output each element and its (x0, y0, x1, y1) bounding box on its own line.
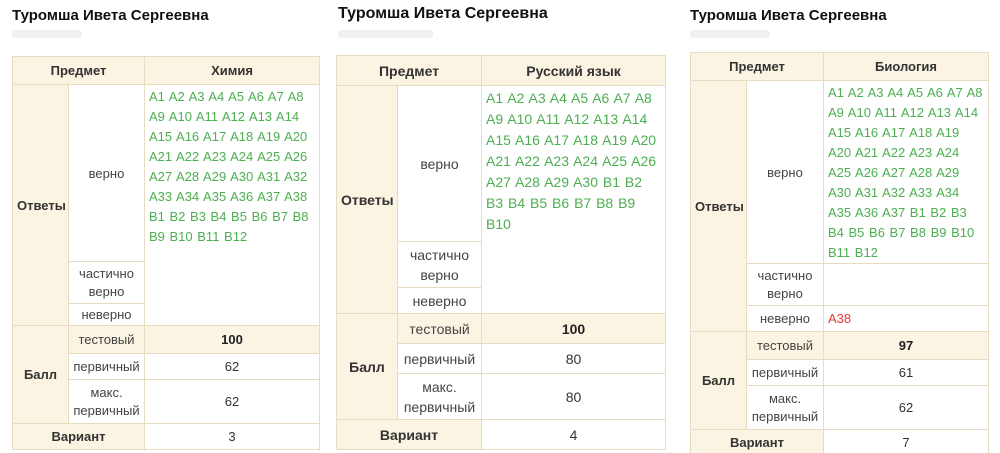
primary-score-value: 61 (823, 359, 989, 386)
blurred-subtitle (338, 30, 433, 38)
subject-name: Русский язык (481, 55, 667, 86)
partial-label-line1: частично (79, 265, 134, 281)
answers-cell: A1 A2 A3 A4 A5 A6 A7 A8 A9 A10 A11 A12 A… (144, 84, 320, 326)
wrong-answers-cell: A38 (823, 305, 989, 332)
wrong-label: неверно (68, 303, 145, 326)
variant-label: Вариант (690, 429, 824, 453)
partial-answers-cell (823, 263, 989, 306)
max-primary-value: 62 (823, 385, 989, 430)
max-primary-label: макс. первичный (68, 379, 145, 424)
subject-label: Предмет (12, 56, 145, 85)
test-score-label: тестовый (68, 325, 145, 354)
test-score-value: 97 (823, 331, 989, 360)
correct-label: верно (746, 80, 824, 264)
subject-name: Биология (823, 52, 989, 81)
blurred-subtitle (690, 30, 770, 38)
blurred-subtitle (12, 30, 82, 38)
max-primary-label-line1: макс. (90, 384, 123, 400)
test-score-value: 100 (144, 325, 320, 354)
wrong-label: неверно (746, 305, 824, 332)
primary-score-value: 62 (144, 353, 320, 380)
result-card-russian: Туромша Ивета Сергеевна Предмет Русский … (330, 0, 670, 453)
answers-cell: A1 A2 A3 A4 A5 A6 A7 A8 A9 A10 A11 A12 A… (823, 80, 989, 264)
result-card-chemistry: Туромша Ивета Сергеевна Предмет Химия От… (0, 0, 320, 453)
results-table: Предмет Химия Ответы верно A1 A2 A3 A4 A… (12, 56, 320, 450)
correct-answers: A1 A2 A3 A4 A5 A6 A7 A8 A9 A10 A11 A12 A… (828, 85, 983, 260)
partial-label: частично верно (68, 261, 145, 304)
variant-value: 3 (144, 423, 320, 450)
partial-label-line1: частично (757, 267, 813, 283)
wrong-label: неверно (396, 287, 483, 314)
wrong-answers: A38 (828, 311, 852, 326)
test-score-value: 100 (481, 313, 667, 344)
answers-label: Ответы (12, 84, 69, 326)
score-label: Балл (12, 325, 69, 424)
correct-label: верно (68, 84, 145, 262)
test-score-label: тестовый (746, 331, 824, 360)
primary-score-label: первичный (396, 343, 483, 374)
results-table: Предмет Биология Ответы верно A1 A2 A3 A… (690, 52, 989, 453)
correct-answers: A1 A2 A3 A4 A5 A6 A7 A8 A9 A10 A11 A12 A… (149, 89, 309, 244)
variant-label: Вариант (12, 423, 145, 450)
correct-label: верно (396, 85, 483, 242)
max-primary-label: макс. первичный (396, 373, 483, 420)
answers-cell: A1 A2 A3 A4 A5 A6 A7 A8 A9 A10 A11 A12 A… (481, 85, 667, 314)
test-score-label: тестовый (396, 313, 483, 344)
partial-label-line2: верно (88, 283, 125, 299)
max-primary-value: 80 (481, 373, 667, 420)
primary-score-label: первичный (68, 353, 145, 380)
variant-value: 7 (823, 429, 989, 453)
student-name: Туромша Ивета Сергеевна (338, 5, 548, 22)
variant-value: 4 (481, 419, 667, 450)
student-name: Туромша Ивета Сергеевна (12, 7, 209, 24)
partial-label: частично верно (746, 263, 824, 306)
max-primary-label-line2: первичный (403, 398, 476, 415)
answers-label: Ответы (336, 85, 398, 314)
subject-name: Химия (144, 56, 320, 85)
primary-score-value: 80 (481, 343, 667, 374)
variant-label: Вариант (335, 419, 483, 450)
max-primary-label-line2: первичный (751, 408, 819, 424)
result-card-biology: Туромша Ивета Сергеевна Предмет Биология… (688, 0, 1000, 453)
subject-label: Предмет (690, 52, 824, 81)
subject-label: Предмет (335, 55, 483, 86)
partial-label-line1: частично (409, 246, 470, 263)
primary-score-label: первичный (746, 359, 824, 386)
partial-label-line2: верно (420, 266, 459, 283)
student-name: Туромша Ивета Сергеевна (690, 7, 887, 24)
max-primary-label-line2: первичный (73, 402, 140, 418)
score-label: Балл (336, 313, 398, 420)
results-table: Предмет Русский язык Ответы верно A1 A2 … (335, 55, 667, 450)
partial-label: частично верно (396, 241, 483, 288)
max-primary-label-line1: макс. (422, 378, 457, 395)
answers-label: Ответы (690, 80, 747, 332)
correct-answers: A1 A2 A3 A4 A5 A6 A7 A8 A9 A10 A11 A12 A… (486, 90, 657, 232)
max-primary-value: 62 (144, 379, 320, 424)
max-primary-label: макс. первичный (746, 385, 824, 430)
partial-label-line2: верно (767, 285, 803, 301)
max-primary-label-line1: макс. (768, 390, 802, 406)
score-label: Балл (690, 331, 747, 430)
